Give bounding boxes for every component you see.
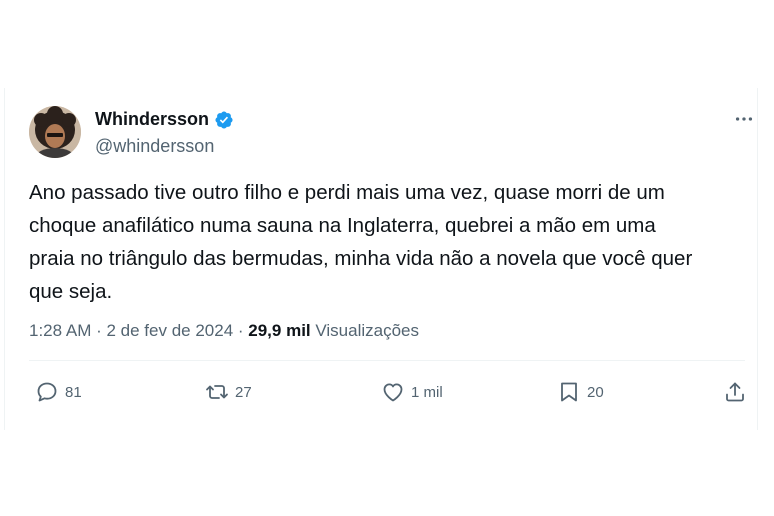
share-button[interactable]	[723, 380, 747, 404]
avatar[interactable]	[29, 106, 81, 158]
bookmark-button[interactable]: 20	[557, 380, 604, 404]
meta-separator: ·	[233, 321, 249, 340]
divider	[29, 360, 745, 361]
more-options-button[interactable]	[733, 108, 755, 135]
meta-separator: ·	[91, 321, 107, 340]
bookmark-icon	[561, 382, 577, 402]
tweet-time[interactable]: 1:28 AM	[29, 321, 91, 341]
retweet-icon	[206, 385, 228, 399]
like-button[interactable]: 1 mil	[381, 380, 443, 404]
retweet-button[interactable]: 27	[205, 380, 252, 404]
reply-count: 81	[65, 383, 82, 401]
reply-button[interactable]: 81	[35, 380, 82, 404]
views-count: 29,9 mil	[248, 321, 311, 340]
like-count: 1 mil	[411, 383, 443, 401]
tweet-date[interactable]: 2 de fev de 2024	[106, 321, 233, 341]
action-bar: 81 27 1 mil 20	[5, 380, 757, 416]
views-label: Visualizações	[315, 321, 420, 340]
heart-icon	[383, 383, 403, 402]
reply-icon	[37, 382, 57, 402]
author-name-row: Whindersson	[95, 109, 234, 130]
author-handle[interactable]: @whindersson	[95, 136, 214, 157]
tweet-metadata: 1:28 AM · 2 de fev de 2024 · 29,9 mil Vi…	[29, 321, 419, 341]
share-icon	[726, 382, 744, 402]
bookmark-count: 20	[587, 383, 604, 401]
tweet-text: Ano passado tive outro filho e perdi mai…	[29, 181, 693, 303]
retweet-count: 27	[235, 383, 252, 401]
author-display-name[interactable]: Whindersson	[95, 109, 209, 130]
tweet-card: Whindersson @whindersson Ano passado tiv…	[4, 88, 758, 430]
more-horizontal-icon	[735, 117, 753, 121]
verified-badge-icon	[214, 110, 234, 130]
